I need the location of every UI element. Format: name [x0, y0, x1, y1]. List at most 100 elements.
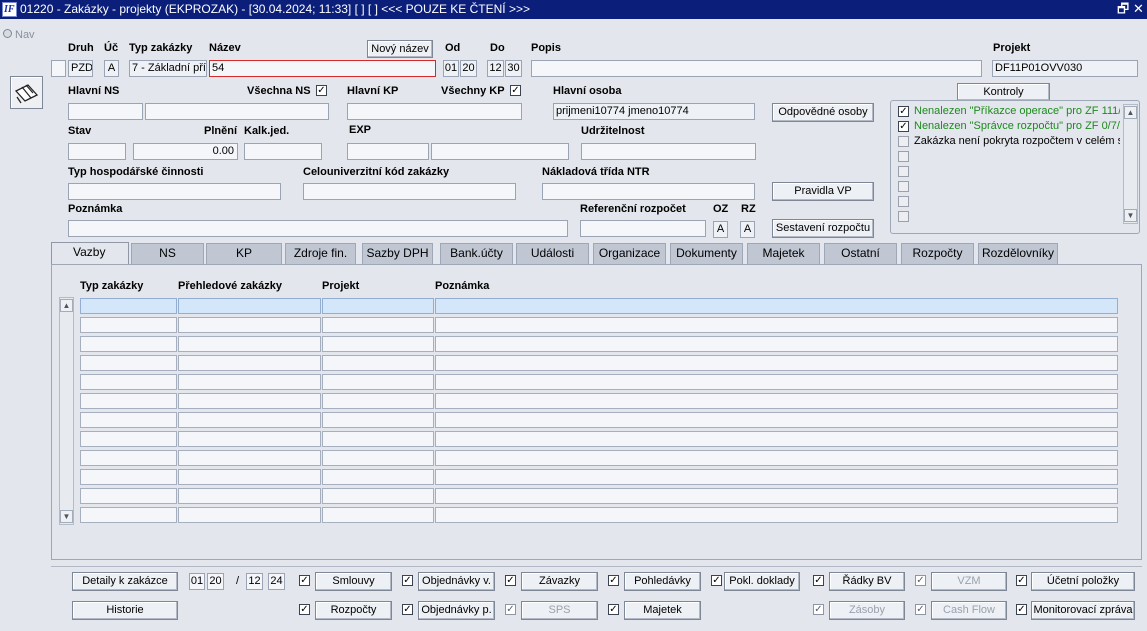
hlavni-ns-name-field[interactable] [145, 103, 329, 120]
tab-12[interactable]: Rozdělovníky [978, 243, 1058, 264]
row1-button[interactable]: Řádky BV [829, 572, 905, 591]
grid-cell[interactable] [435, 507, 1118, 523]
grid-cell[interactable] [178, 374, 321, 390]
tab-0[interactable]: Vazby [51, 242, 129, 265]
grid-cell[interactable] [178, 431, 321, 447]
footer-do-year[interactable]: 24 [268, 573, 285, 590]
tab-9[interactable]: Majetek [747, 243, 820, 264]
tab-6[interactable]: Události [516, 243, 589, 264]
exp-name-field[interactable] [431, 143, 569, 160]
kontrola-checkbox[interactable] [898, 166, 909, 177]
grid-cell[interactable] [178, 507, 321, 523]
stav-field[interactable] [68, 143, 126, 160]
grid-cell[interactable] [178, 412, 321, 428]
grid-cell[interactable] [80, 298, 177, 314]
tab-10[interactable]: Ostatní [824, 243, 897, 264]
row2-checkbox[interactable]: ✓ [1016, 604, 1027, 615]
odpovedne-osoby-button[interactable]: Odpovědné osoby [772, 103, 874, 122]
grid-cell[interactable] [80, 317, 177, 333]
do-year-field[interactable]: 30 [505, 60, 522, 77]
grid-cell[interactable] [178, 298, 321, 314]
restore-icon[interactable]: 🗗 [1117, 1, 1129, 17]
row2-checkbox[interactable]: ✓ [299, 604, 310, 615]
udrzitelnost-field[interactable] [581, 143, 756, 160]
tab-1[interactable]: NS [131, 243, 204, 264]
grid-cell[interactable] [322, 374, 434, 390]
grid-cell[interactable] [80, 431, 177, 447]
kontroly-scroll-down-icon[interactable]: ▼ [1124, 209, 1137, 222]
grid-cell[interactable] [435, 317, 1118, 333]
edit-record-button[interactable] [10, 76, 43, 109]
kontrola-checkbox[interactable] [898, 151, 909, 162]
grid-cell[interactable] [322, 507, 434, 523]
row2-checkbox[interactable]: ✓ [813, 604, 824, 615]
od-year-field[interactable]: 20 [460, 60, 477, 77]
kalk-jed-field[interactable] [244, 143, 322, 160]
vsechna-ns-checkbox[interactable]: ✓ [316, 85, 327, 96]
referencni-field[interactable] [580, 220, 706, 237]
grid-cell[interactable] [322, 355, 434, 371]
row2-button[interactable]: Rozpočty [315, 601, 392, 620]
row1-checkbox[interactable]: ✓ [915, 575, 926, 586]
grid-cell[interactable] [322, 336, 434, 352]
grid-cell[interactable] [435, 488, 1118, 504]
nazev-field[interactable]: 54 [209, 60, 436, 77]
grid-cell[interactable] [322, 317, 434, 333]
row1-button[interactable]: Pohledávky [624, 572, 701, 591]
rz-field[interactable]: A [740, 221, 755, 238]
grid-scrollbar[interactable] [59, 297, 74, 525]
druh-field[interactable]: PZD [68, 60, 93, 77]
pravidla-vp-button[interactable]: Pravidla VP [772, 182, 874, 201]
grid-cell[interactable] [435, 393, 1118, 409]
tab-5[interactable]: Bank.účty [440, 243, 513, 264]
uc-field[interactable]: A [104, 60, 119, 77]
grid-cell[interactable] [80, 412, 177, 428]
grid-cell[interactable] [435, 469, 1118, 485]
row2-button[interactable]: SPS [521, 601, 598, 620]
grid-cell[interactable] [80, 507, 177, 523]
kontroly-scroll-up-icon[interactable]: ▲ [1124, 106, 1137, 119]
grid-cell[interactable] [435, 374, 1118, 390]
historie-button[interactable]: Historie [72, 601, 178, 620]
tab-3[interactable]: Zdroje fin. [285, 243, 356, 264]
grid-cell[interactable] [80, 355, 177, 371]
grid-cell[interactable] [322, 469, 434, 485]
grid-cell[interactable] [322, 298, 434, 314]
row1-checkbox[interactable]: ✓ [402, 575, 413, 586]
footer-od-year[interactable]: 20 [207, 573, 224, 590]
grid-scroll-up-icon[interactable]: ▲ [60, 299, 73, 312]
tab-2[interactable]: KP [206, 243, 282, 264]
record-indicator[interactable] [51, 60, 66, 77]
projekt-field[interactable]: DF11P01OVV030 [992, 60, 1138, 77]
grid-scroll-down-icon[interactable]: ▼ [60, 510, 73, 523]
detaily-button[interactable]: Detaily k zakázce [72, 572, 178, 591]
tab-7[interactable]: Organizace [593, 243, 666, 264]
kontrola-checkbox[interactable]: ✓ [898, 106, 909, 117]
grid-cell[interactable] [80, 450, 177, 466]
sestaveni-rozpoctu-button[interactable]: Sestavení rozpočtu [772, 219, 874, 238]
od-month-field[interactable]: 01 [443, 60, 459, 77]
row1-checkbox[interactable]: ✓ [608, 575, 619, 586]
grid-cell[interactable] [178, 355, 321, 371]
row2-button[interactable]: Majetek [624, 601, 701, 620]
do-month-field[interactable]: 12 [487, 60, 504, 77]
grid-cell[interactable] [435, 450, 1118, 466]
row2-button[interactable]: Cash Flow [931, 601, 1007, 620]
grid-cell[interactable] [178, 450, 321, 466]
kontrola-checkbox[interactable] [898, 136, 909, 147]
row2-checkbox[interactable]: ✓ [402, 604, 413, 615]
kontrola-checkbox[interactable] [898, 211, 909, 222]
typ-hosp-field[interactable] [68, 183, 281, 200]
grid-cell[interactable] [322, 450, 434, 466]
vsechny-kp-checkbox[interactable]: ✓ [510, 85, 521, 96]
row2-checkbox[interactable]: ✓ [608, 604, 619, 615]
grid-cell[interactable] [322, 431, 434, 447]
nav-radio-icon[interactable] [3, 29, 12, 38]
grid-cell[interactable] [80, 488, 177, 504]
row1-button[interactable]: Objednávky v. [418, 572, 495, 591]
grid-cell[interactable] [80, 469, 177, 485]
popis-field[interactable] [531, 60, 982, 77]
row2-checkbox[interactable]: ✓ [505, 604, 516, 615]
row1-button[interactable]: Účetní položky [1031, 572, 1135, 591]
hlavni-ns-code-field[interactable] [68, 103, 143, 120]
